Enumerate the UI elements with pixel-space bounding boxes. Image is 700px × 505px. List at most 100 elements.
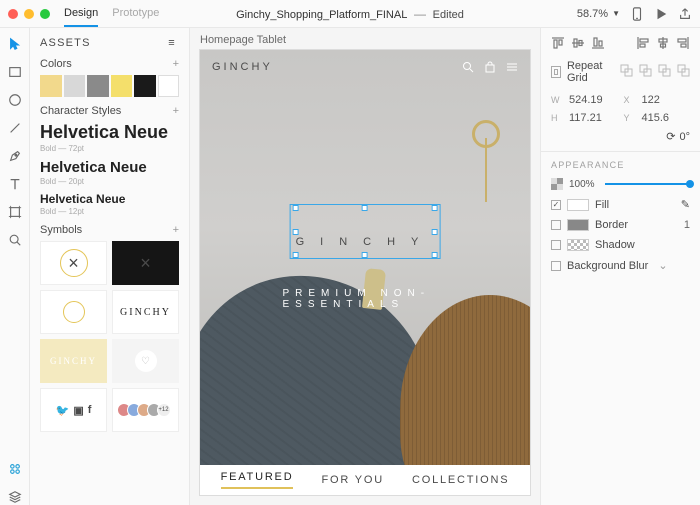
rotate-icon[interactable]: ⟳	[666, 130, 675, 143]
nav-logo: GINCHY	[212, 61, 273, 73]
pathfinder-add-icon[interactable]	[620, 64, 633, 80]
color-swatch[interactable]	[134, 75, 156, 97]
select-tool[interactable]	[7, 36, 23, 52]
color-swatch[interactable]	[111, 75, 133, 97]
y-field[interactable]: 415.6	[642, 112, 691, 124]
hero-title-selected[interactable]: GINCHY	[296, 208, 435, 255]
inspector-panel: Repeat Grid W524.19 X122 H117.21 Y415.6 …	[540, 28, 700, 505]
symbol-item[interactable]: ♡	[112, 339, 179, 383]
align-left-icon[interactable]	[636, 36, 650, 50]
ellipse-tool[interactable]	[7, 92, 23, 108]
pathfinder-exclude-icon[interactable]	[677, 64, 690, 80]
shadow-checkbox[interactable]	[551, 240, 561, 250]
pen-tool[interactable]	[7, 148, 23, 164]
symbol-item[interactable]: ×	[40, 241, 107, 285]
align-bottom-icon[interactable]	[591, 36, 605, 50]
assets-heading: ASSETS	[40, 37, 91, 49]
opacity-field[interactable]: 100%	[569, 179, 599, 190]
chevron-down-icon[interactable]: ⌄	[658, 259, 667, 272]
play-preview-icon[interactable]	[654, 7, 668, 21]
assets-menu-icon[interactable]: ≡	[165, 36, 179, 50]
artboard-tool[interactable]	[7, 204, 23, 220]
canvas[interactable]: Homepage Tablet GINCHY GINCHY	[190, 28, 540, 505]
symbol-item[interactable]: 🐦▣f	[40, 388, 107, 432]
symbol-item[interactable]: +12	[112, 388, 179, 432]
zoom-tool[interactable]	[7, 232, 23, 248]
layers-panel-icon[interactable]	[7, 489, 23, 505]
minimize-window-button[interactable]	[24, 9, 34, 19]
text-tool[interactable]	[7, 176, 23, 192]
assets-panel-icon[interactable]	[7, 461, 23, 477]
titlebar: Design Prototype Ginchy_Shopping_Platfor…	[0, 0, 700, 28]
pathfinder-intersect-icon[interactable]	[658, 64, 671, 80]
appearance-heading: APPEARANCE	[551, 160, 690, 170]
content-tabs: FEATURED FOR YOU COLLECTIONS	[200, 465, 530, 495]
add-charstyle-button[interactable]: +	[173, 105, 179, 117]
height-field[interactable]: 117.21	[569, 112, 618, 124]
width-field[interactable]: 524.19	[569, 94, 618, 106]
align-right-icon[interactable]	[676, 36, 690, 50]
assets-panel: ASSETS ≡ Colors + Character Styles + Helvet…	[30, 28, 190, 505]
hero-subtitle: PREMIUM NON-ESSENTIALS	[283, 288, 448, 310]
x-field[interactable]: 122	[642, 94, 691, 106]
bgblur-label: Background Blur	[567, 260, 648, 272]
add-color-button[interactable]: +	[173, 58, 179, 70]
zoom-level[interactable]: 58.7%▼	[577, 8, 620, 20]
color-swatch[interactable]	[40, 75, 62, 97]
symbol-item[interactable]	[40, 290, 107, 334]
charstyle-item[interactable]: Helvetica NeueBold — 12pt	[40, 192, 179, 216]
window-traffic-lights	[8, 9, 50, 19]
charstyle-item[interactable]: Helvetica NeueBold — 20pt	[40, 159, 179, 186]
artboard-label[interactable]: Homepage Tablet	[190, 28, 540, 50]
symbol-item[interactable]: GINCHY	[40, 339, 107, 383]
color-swatch[interactable]	[64, 75, 86, 97]
color-swatches	[40, 75, 179, 97]
align-hcenter-icon[interactable]	[656, 36, 670, 50]
opacity-slider[interactable]	[605, 183, 690, 185]
colors-label: Colors	[40, 58, 72, 70]
border-color-swatch[interactable]	[567, 219, 589, 231]
repeat-grid-icon	[551, 66, 561, 78]
eyedropper-icon[interactable]: ✎	[681, 198, 690, 211]
tab-collections: COLLECTIONS	[412, 474, 509, 486]
site-nav: GINCHY	[200, 50, 530, 84]
rotation-field[interactable]: 0°	[679, 131, 690, 143]
device-preview-icon[interactable]	[630, 7, 644, 21]
align-vcenter-icon[interactable]	[571, 36, 585, 50]
menu-icon	[506, 61, 518, 73]
charstyle-item[interactable]: Helvetica NeueBold — 72pt	[40, 122, 179, 153]
color-swatch[interactable]	[158, 75, 180, 97]
tab-design[interactable]: Design	[64, 1, 98, 27]
tab-foryou: FOR YOU	[321, 474, 384, 486]
line-tool[interactable]	[7, 120, 23, 136]
pathfinder-subtract-icon[interactable]	[639, 64, 652, 80]
document-title: Ginchy_Shopping_Platform_FINAL — Edited	[236, 7, 464, 21]
tab-prototype[interactable]: Prototype	[112, 1, 159, 27]
bgblur-checkbox[interactable]	[551, 261, 561, 271]
border-label: Border	[595, 219, 628, 231]
zoom-window-button[interactable]	[40, 9, 50, 19]
tool-column	[0, 28, 30, 505]
repeat-grid-button[interactable]: Repeat Grid	[567, 60, 614, 84]
color-swatch[interactable]	[87, 75, 109, 97]
close-window-button[interactable]	[8, 9, 18, 19]
symbol-item[interactable]: GINCHY	[112, 290, 179, 334]
hero-background	[200, 50, 530, 495]
align-top-icon[interactable]	[551, 36, 565, 50]
mode-tabs: Design Prototype	[64, 1, 159, 27]
rectangle-tool[interactable]	[7, 64, 23, 80]
fill-color-swatch[interactable]	[567, 199, 589, 211]
fill-checkbox[interactable]	[551, 200, 561, 210]
cart-icon	[484, 61, 496, 73]
symbols-label: Symbols	[40, 224, 82, 236]
share-icon[interactable]	[678, 7, 692, 21]
tab-featured: FEATURED	[221, 471, 294, 489]
shadow-color-swatch[interactable]	[567, 239, 589, 251]
artboard[interactable]: GINCHY GINCHY PREMIUM NON-ESSENTIALS FEA…	[200, 50, 530, 495]
border-width-field[interactable]: 1	[670, 219, 690, 231]
border-checkbox[interactable]	[551, 220, 561, 230]
charstyles-label: Character Styles	[40, 105, 121, 117]
fill-label: Fill	[595, 199, 609, 211]
symbol-item[interactable]: ×	[112, 241, 179, 285]
add-symbol-button[interactable]: +	[173, 224, 179, 236]
